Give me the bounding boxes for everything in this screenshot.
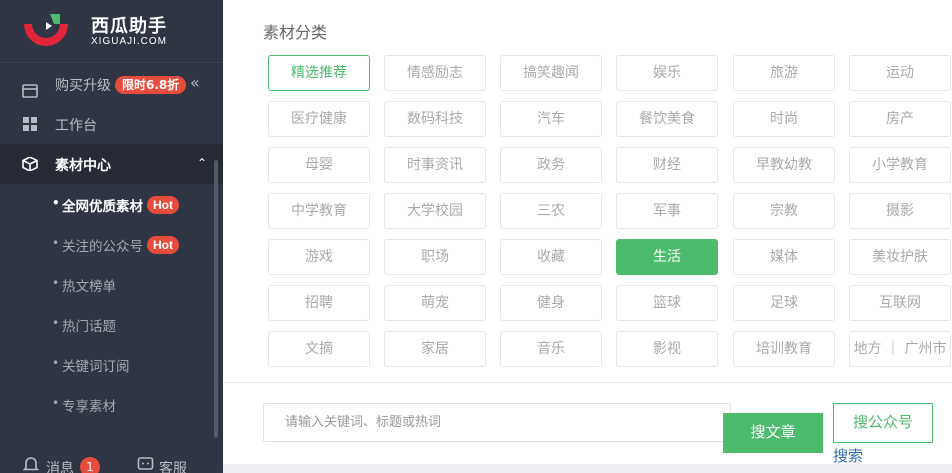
bullet-icon: •: [52, 196, 60, 210]
search-article-button[interactable]: 搜文章: [723, 413, 823, 453]
sidebar-item-label: 购买升级: [55, 78, 111, 94]
sidebar-bottom-bar: 消息 1 客服: [0, 448, 223, 473]
category-tag[interactable]: 房产: [849, 101, 951, 137]
category-tag[interactable]: 文摘: [268, 331, 370, 367]
category-tag[interactable]: 精选推荐: [268, 55, 370, 91]
category-tag[interactable]: 小学教育: [849, 147, 951, 183]
hot-badge: Hot: [147, 236, 179, 254]
logo[interactable]: 西瓜助手 XIGUAJI.COM: [0, 0, 223, 62]
search-account-button[interactable]: 搜公众号: [833, 403, 933, 443]
messages-label[interactable]: 消息: [46, 458, 74, 473]
category-tag[interactable]: 财经: [616, 147, 718, 183]
category-tag[interactable]: 医疗健康: [268, 101, 370, 137]
category-tag[interactable]: 时事资讯: [384, 147, 486, 183]
sidebar-item-label: 素材中心: [55, 158, 111, 174]
sidebar-subitem-label: 热门话题: [62, 319, 116, 335]
sidebar-divider: [0, 62, 223, 63]
category-tag[interactable]: 娱乐: [616, 55, 718, 91]
category-tag[interactable]: 音乐: [500, 331, 602, 367]
category-tag[interactable]: 家居: [384, 331, 486, 367]
category-tag[interactable]: 餐饮美食: [616, 101, 718, 137]
category-tag[interactable]: 母婴: [268, 147, 370, 183]
bell-icon[interactable]: [23, 456, 39, 473]
category-tag[interactable]: 运动: [849, 55, 951, 91]
grid-icon: [23, 117, 37, 131]
sidebar-item-workbench[interactable]: 工作台: [0, 104, 223, 144]
chevron-up-icon: ⌃: [197, 156, 208, 170]
content-divider: [223, 382, 952, 383]
sidebar-item-label: 工作台: [55, 118, 97, 134]
double-chevron-left-icon[interactable]: «: [190, 73, 200, 92]
category-tag[interactable]: 大学校园: [384, 193, 486, 229]
bullet-icon: •: [52, 236, 60, 250]
brand-domain: XIGUAJI.COM: [91, 36, 168, 47]
sidebar-scrollbar[interactable]: [214, 160, 218, 438]
category-tag[interactable]: 篮球: [616, 285, 718, 321]
watermelon-logo-icon: [24, 14, 68, 46]
category-tag[interactable]: 情感励志: [384, 55, 486, 91]
search-link[interactable]: 搜索: [833, 445, 863, 466]
sidebar-subitem-quality-material[interactable]: • 全网优质素材 Hot: [0, 184, 215, 224]
bullet-icon: •: [52, 316, 60, 330]
cube-icon: [22, 157, 38, 171]
category-tag[interactable]: 早教幼教: [733, 147, 835, 183]
category-tag[interactable]: 招聘: [268, 285, 370, 321]
category-tag[interactable]: 收藏: [500, 239, 602, 275]
category-tag[interactable]: 职场: [384, 239, 486, 275]
category-tag[interactable]: 汽车: [500, 101, 602, 137]
brand-name: 西瓜助手: [91, 16, 167, 37]
messages-count-badge: 1: [80, 457, 100, 473]
category-tag[interactable]: 时尚: [733, 101, 835, 137]
sidebar-subitem-followed-accounts[interactable]: • 关注的公众号 Hot: [0, 224, 215, 264]
category-tag[interactable]: 培训教育: [733, 331, 835, 367]
category-tag[interactable]: 搞笑趣闻: [500, 55, 602, 91]
customer-service-icon[interactable]: [137, 456, 154, 472]
bottom-strip: [223, 464, 952, 473]
main-content: 素材分类 精选推荐 情感励志 搞笑趣闻 娱乐 旅游 运动医疗健康 数码科技 汽车 餐饮美食 时尚房…: [223, 0, 952, 473]
wallet-icon: [22, 84, 38, 98]
category-tag[interactable]: 美妆护肤: [849, 239, 951, 275]
sidebar-subitem-hot-topics[interactable]: • 热门话题: [0, 304, 215, 344]
service-label[interactable]: 客服: [159, 458, 187, 473]
hot-badge: Hot: [147, 196, 179, 214]
category-tag[interactable]: 三农: [500, 193, 602, 229]
bullet-icon: •: [52, 356, 60, 370]
sidebar-subitem-label: 热文榜单: [62, 279, 116, 295]
sidebar-subitem-label: 专享素材: [62, 399, 116, 415]
category-tag[interactable]: 政务: [500, 147, 602, 183]
sidebar-subitem-label: 关注的公众号: [62, 239, 143, 255]
category-tag[interactable]: 媒体: [733, 239, 835, 275]
category-tag[interactable]: 健身: [500, 285, 602, 321]
sidebar-subitem-label: 全网优质素材: [62, 199, 143, 215]
category-tag[interactable]: 影视: [616, 331, 718, 367]
sidebar-item-material-center[interactable]: 素材中心 ⌃: [0, 144, 223, 184]
category-tag[interactable]: 数码科技: [384, 101, 486, 137]
sidebar-subitem-keyword-subscription[interactable]: • 关键词订阅: [0, 344, 215, 384]
category-tag[interactable]: 萌宠: [384, 285, 486, 321]
category-tag[interactable]: 宗教: [733, 193, 835, 229]
category-tag[interactable]: 互联网: [849, 285, 951, 321]
category-tag[interactable]: 军事: [616, 193, 718, 229]
bullet-icon: •: [52, 396, 60, 410]
category-tag[interactable]: 地方 ｜ 广州市: [849, 331, 951, 367]
category-tag[interactable]: 游戏: [268, 239, 370, 275]
category-tag[interactable]: 足球: [733, 285, 835, 321]
category-tag[interactable]: 中学教育: [268, 193, 370, 229]
sidebar-subitem-exclusive-material[interactable]: • 专享素材: [0, 384, 215, 424]
sidebar-item-upgrade[interactable]: 购买升级 限时6.8折 «: [0, 64, 223, 104]
discount-badge: 限时6.8折: [115, 76, 187, 94]
category-tag[interactable]: 生活: [616, 239, 718, 275]
search-input[interactable]: [263, 403, 731, 442]
sidebar-subitem-hot-articles[interactable]: • 热文榜单: [0, 264, 215, 304]
section-title: 素材分类: [263, 23, 328, 42]
bullet-icon: •: [52, 276, 60, 290]
sidebar-subitem-label: 关键词订阅: [62, 359, 130, 375]
category-tag[interactable]: 旅游: [733, 55, 835, 91]
category-tag[interactable]: 摄影: [849, 193, 951, 229]
sidebar: 西瓜助手 XIGUAJI.COM 购买升级 限时6.8折 « 工作台 素材中心 …: [0, 0, 223, 473]
